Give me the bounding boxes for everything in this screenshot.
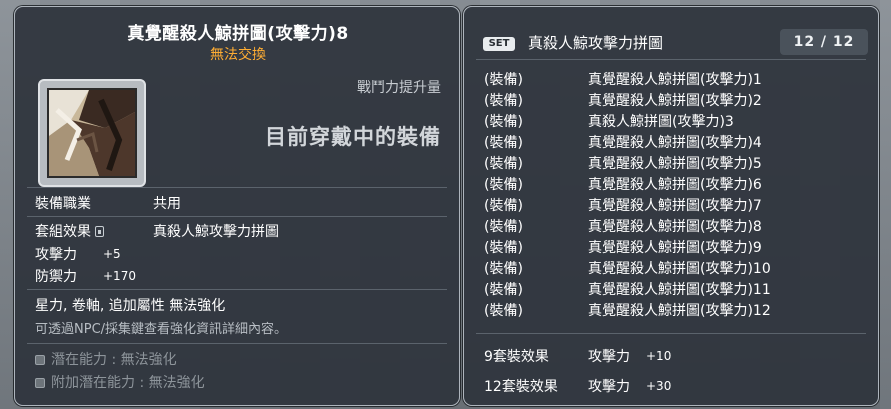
item-type: (裝備) bbox=[484, 72, 523, 88]
untradeable-label: 無法交換 bbox=[210, 47, 266, 63]
set-item-row: (裝備) 真覺醒殺人鯨拼圖(攻擊力)6 bbox=[484, 174, 762, 194]
potential-icon bbox=[35, 355, 45, 365]
item-title: 真覺醒殺人鯨拼圖(攻擊力)8 bbox=[127, 24, 349, 44]
set-effect-9-value: +10 bbox=[646, 349, 672, 363]
item-name: 真覺醒殺人鯨拼圖(攻擊力)9 bbox=[588, 240, 762, 256]
item-name: 真覺醒殺人鯨拼圖(攻擊力)4 bbox=[588, 135, 762, 151]
item-name: 真覺醒殺人鯨拼圖(攻擊力)2 bbox=[588, 93, 762, 109]
set-effect-9-label: 9套裝效果 bbox=[484, 349, 549, 365]
item-type: (裝備) bbox=[484, 303, 523, 319]
item-name: 真覺醒殺人鯨拼圖(攻擊力)10 bbox=[588, 261, 771, 277]
potential-label: 潛在能力 : 無法強化 bbox=[51, 352, 177, 368]
item-name: 真覺醒殺人鯨拼圖(攻擊力)12 bbox=[588, 303, 771, 319]
item-name: 真覺醒殺人鯨拼圖(攻擊力)8 bbox=[588, 219, 762, 235]
item-type: (裝備) bbox=[484, 177, 523, 193]
attack-label: 攻擊力 bbox=[35, 247, 77, 263]
bonus-potential-row: 附加潛在能力 : 無法強化 bbox=[35, 372, 205, 392]
set-effect-12-value: +30 bbox=[646, 379, 672, 393]
currently-equipped-label: 目前穿戴中的裝備 bbox=[265, 125, 441, 149]
item-icon-frame bbox=[38, 79, 146, 187]
set-item-row: (裝備) 真覺醒殺人鯨拼圖(攻擊力)1 bbox=[484, 69, 762, 89]
bonus-potential-icon bbox=[35, 378, 45, 388]
item-type: (裝備) bbox=[484, 240, 523, 256]
item-name: 真覺醒殺人鯨拼圖(攻擊力)6 bbox=[588, 177, 762, 193]
set-item-row: (裝備) 真覺醒殺人鯨拼圖(攻擊力)4 bbox=[484, 132, 762, 152]
divider bbox=[27, 187, 447, 188]
attack-value: +5 bbox=[103, 247, 121, 261]
lock-icon bbox=[95, 226, 104, 237]
set-info-panel: SET 真殺人鯨攻擊力拼圖 12 / 12 (裝備) 真覺醒殺人鯨拼圖(攻擊力)1… bbox=[463, 6, 879, 406]
set-effect-row: 套組效果 bbox=[35, 221, 104, 241]
set-item-row: (裝備) 真覺醒殺人鯨拼圖(攻擊力)9 bbox=[484, 237, 762, 257]
set-item-row: (裝備) 真覺醒殺人鯨拼圖(攻擊力)7 bbox=[484, 195, 762, 215]
item-type: (裝備) bbox=[484, 261, 523, 277]
divider bbox=[27, 343, 447, 344]
defense-label: 防禦力 bbox=[35, 269, 77, 285]
potential-row: 潛在能力 : 無法強化 bbox=[35, 349, 177, 369]
set-badge: SET bbox=[483, 37, 515, 51]
divider bbox=[476, 333, 866, 334]
item-type: (裝備) bbox=[484, 282, 523, 298]
set-effect-12-stat: 攻擊力 bbox=[588, 379, 630, 395]
set-count: 12 / 12 bbox=[780, 29, 868, 55]
item-type: (裝備) bbox=[484, 156, 523, 172]
set-item-row: (裝備) 真覺醒殺人鯨拼圖(攻擊力)12 bbox=[484, 300, 771, 320]
set-effect-label: 套組效果 bbox=[35, 224, 91, 240]
set-effect-9-stat: 攻擊力 bbox=[588, 349, 630, 365]
npc-hint-text: 可透過NPC/採集鍵查看強化資訊詳細內容。 bbox=[35, 322, 288, 337]
set-item-row: (裝備) 真覺醒殺人鯨拼圖(攻擊力)5 bbox=[484, 153, 762, 173]
defense-value: +170 bbox=[103, 269, 136, 283]
item-type: (裝備) bbox=[484, 135, 523, 151]
item-name: 真覺醒殺人鯨拼圖(攻擊力)1 bbox=[588, 72, 762, 88]
combat-power-increase-label: 戰鬥力提升量 bbox=[357, 80, 441, 96]
set-item-row: (裝備) 真殺人鯨拼圖(攻擊力)3 bbox=[484, 111, 734, 131]
divider bbox=[476, 59, 866, 60]
set-effect-12-label: 12套裝效果 bbox=[484, 379, 558, 395]
divider bbox=[27, 216, 447, 217]
set-item-row: (裝備) 真覺醒殺人鯨拼圖(攻擊力)11 bbox=[484, 279, 771, 299]
item-name: 真覺醒殺人鯨拼圖(攻擊力)5 bbox=[588, 156, 762, 172]
divider bbox=[27, 289, 447, 290]
set-item-row: (裝備) 真覺醒殺人鯨拼圖(攻擊力)10 bbox=[484, 258, 771, 278]
item-name: 真殺人鯨拼圖(攻擊力)3 bbox=[588, 114, 734, 130]
item-type: (裝備) bbox=[484, 198, 523, 214]
item-type: (裝備) bbox=[484, 219, 523, 235]
enhance-status-text: 星力, 卷軸, 追加屬性 無法強化 bbox=[35, 298, 226, 314]
item-name: 真覺醒殺人鯨拼圖(攻擊力)7 bbox=[588, 198, 762, 214]
item-type: (裝備) bbox=[484, 93, 523, 109]
bonus-potential-label: 附加潛在能力 : 無法強化 bbox=[51, 375, 205, 391]
set-item-row: (裝備) 真覺醒殺人鯨拼圖(攻擊力)8 bbox=[484, 216, 762, 236]
item-tooltip-panel: 真覺醒殺人鯨拼圖(攻擊力)8 無法交換 戰鬥力提升量 目前穿戴中的裝備 裝備職業… bbox=[14, 6, 460, 406]
item-name: 真覺醒殺人鯨拼圖(攻擊力)11 bbox=[588, 282, 771, 298]
puzzle-piece-icon bbox=[47, 88, 137, 178]
set-effect-value: 真殺人鯨攻擊力拼圖 bbox=[153, 224, 279, 240]
set-item-row: (裝備) 真覺醒殺人鯨拼圖(攻擊力)2 bbox=[484, 90, 762, 110]
item-type: (裝備) bbox=[484, 114, 523, 130]
set-name: 真殺人鯨攻擊力拼圖 bbox=[528, 34, 664, 52]
job-label: 裝備職業 bbox=[35, 196, 91, 212]
job-value: 共用 bbox=[153, 196, 181, 212]
